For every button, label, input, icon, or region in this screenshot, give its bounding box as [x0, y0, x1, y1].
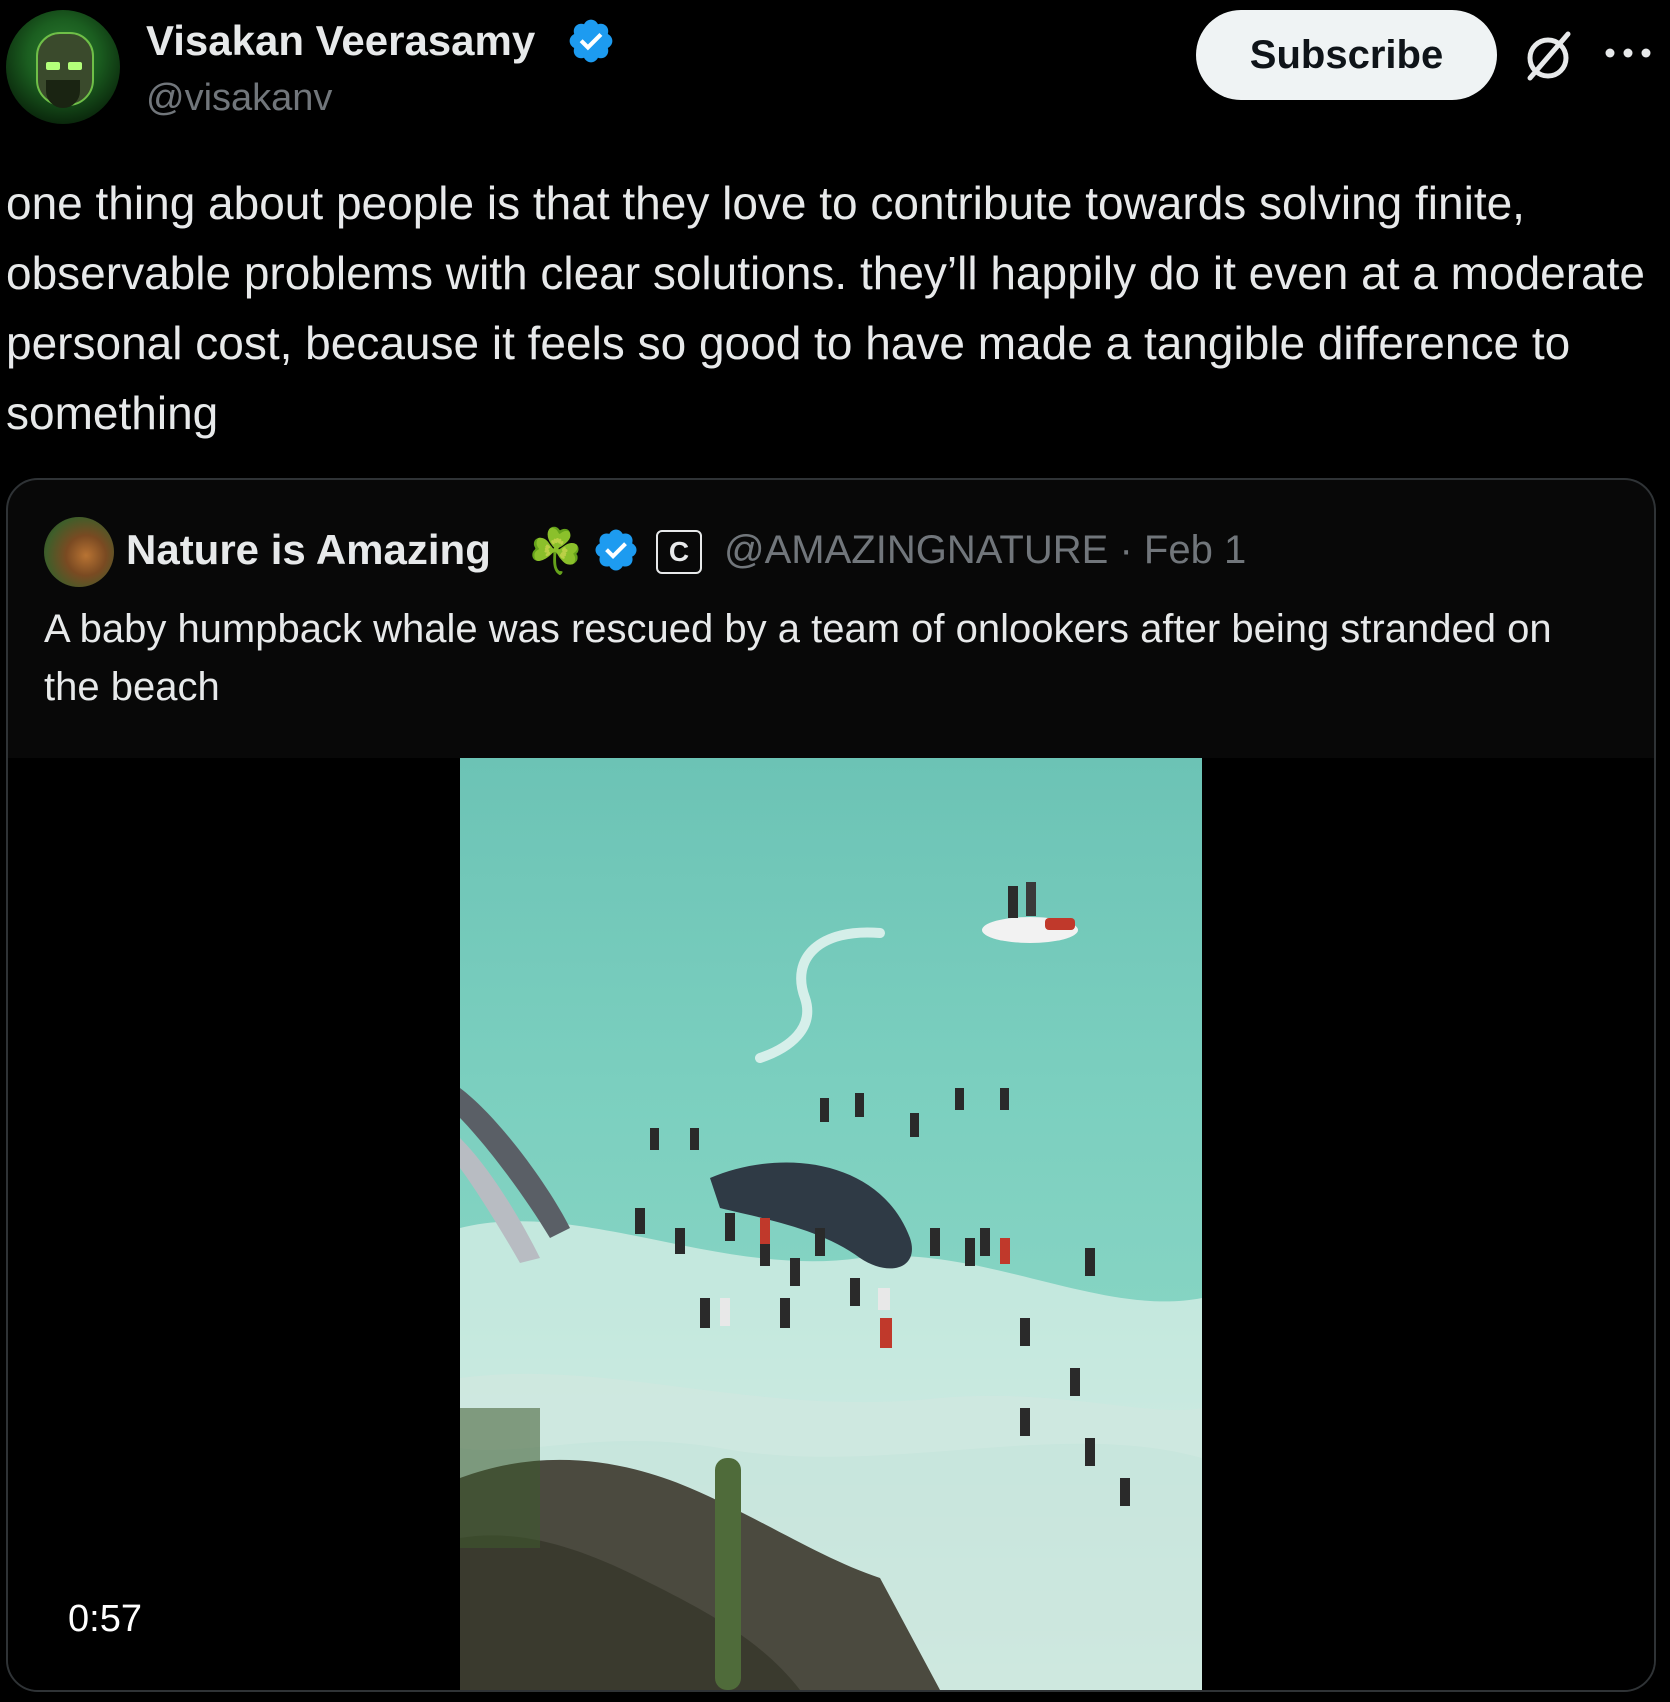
quoted-author-handle[interactable]: @AMAZINGNATURE [724, 528, 1108, 572]
avatar-eye-right [68, 62, 82, 70]
video-thumbnail[interactable] [460, 758, 1202, 1690]
affiliate-badge-icon: C [656, 530, 702, 574]
quoted-author-name[interactable]: Nature is Amazing [126, 524, 491, 576]
quoted-post-date[interactable]: Feb 1 [1144, 528, 1246, 572]
shamrock-emoji-icon: ☘️ [528, 527, 583, 576]
quoted-post-card[interactable]: Nature is Amazing ☘️ C @AMAZINGNATURE · … [6, 478, 1656, 1692]
grok-icon[interactable] [1518, 26, 1578, 86]
author-name[interactable]: Visakan Veerasamy [146, 16, 535, 66]
meta-separator: · [1119, 528, 1133, 572]
quoted-author-avatar[interactable] [44, 517, 114, 587]
avatar-eye-left [46, 62, 60, 70]
video-scene [460, 882, 1202, 1690]
author-handle[interactable]: @visakanv [146, 75, 332, 121]
verified-badge-icon [569, 19, 613, 63]
video-player[interactable]: 0:57 [8, 758, 1654, 1690]
verified-badge-icon [595, 529, 637, 571]
quoted-post-text: A baby humpback whale was rescued by a t… [44, 607, 1552, 709]
author-avatar[interactable] [6, 10, 120, 124]
video-duration: 0:57 [68, 1598, 142, 1640]
subscribe-button[interactable]: Subscribe [1196, 10, 1497, 100]
post-text: one thing about people is that they love… [6, 177, 1645, 439]
more-icon[interactable] [1600, 38, 1656, 68]
quoted-post-meta: @AMAZINGNATURE · Feb 1 [724, 524, 1246, 576]
